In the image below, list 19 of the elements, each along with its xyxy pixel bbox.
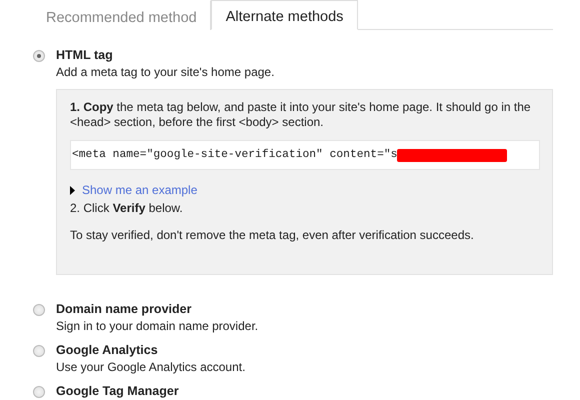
method-title: HTML tag	[56, 48, 114, 62]
tab[interactable]: Alternate methods	[210, 0, 358, 30]
caret-right-icon[interactable]	[70, 186, 75, 194]
instruction-text: 2. Click Verify below.	[70, 201, 184, 216]
method-description: Use your Google Analytics account.	[56, 360, 246, 374]
method-description: Add a meta tag to your site's home page.	[56, 65, 276, 79]
instruction-text: 1. Copy the meta tag below, and paste it into your site's home page. It should go in the <head> section, before the first <body> section.	[70, 100, 532, 130]
method-title: Domain name provider	[56, 302, 192, 316]
show-example-link[interactable]: Show me an example	[82, 183, 198, 197]
method-description: Sign in to your domain name provider.	[56, 319, 260, 333]
tab[interactable]: Recommended method	[33, 0, 211, 30]
method-title: Google Tag Manager	[56, 384, 180, 398]
radio-button[interactable]	[33, 50, 45, 62]
note-text: To stay verified, don't remove the meta tag, even after verification succeeds.	[70, 228, 475, 243]
radio-button[interactable]	[33, 386, 45, 398]
meta-tag-field[interactable]: <meta name="google-site-verification" content="s	[70, 140, 540, 170]
method-title: Google Analytics	[56, 343, 159, 357]
radio-button[interactable]	[33, 304, 45, 316]
radio-button[interactable]	[33, 345, 45, 357]
